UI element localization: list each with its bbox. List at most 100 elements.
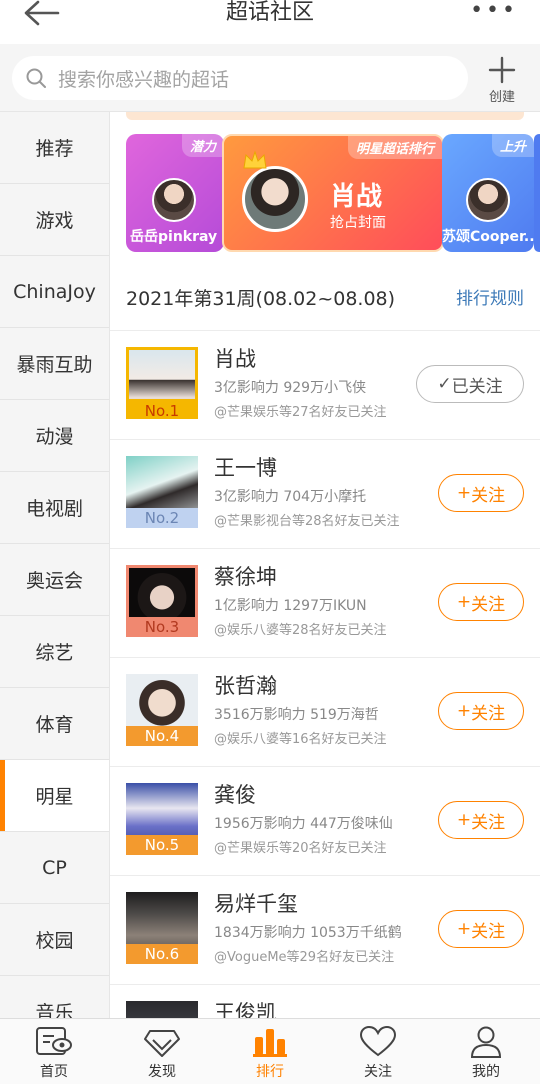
heart-icon: [359, 1025, 397, 1057]
sidebar-item-variety[interactable]: 综艺: [0, 616, 109, 688]
more-options-icon[interactable]: •••: [470, 0, 518, 22]
friends-followed: @娱乐八婆等28名好友已关注: [214, 623, 387, 638]
list-item[interactable]: No.3 蔡徐坤 1亿影响力 1297万IKUN @娱乐八婆等28名好友已关注 …: [110, 548, 540, 657]
list-item[interactable]: No.1 肖战 3亿影响力 929万小飞侠 @芒果娱乐等27名好友已关注 ✓ 已关…: [110, 330, 540, 439]
star-thumbnail: No.1: [126, 347, 198, 419]
star-name: 易烊千玺: [214, 892, 298, 916]
week-label: 2021年第31周(08.02~08.08): [126, 288, 396, 310]
star-name: 龚俊: [214, 783, 256, 807]
sidebar-item-music[interactable]: 音乐: [0, 976, 109, 1018]
friends-followed: @VogueMe等29名好友已关注: [214, 950, 395, 965]
star-stats: 1956万影响力 447万俊味仙: [214, 816, 393, 832]
sidebar-item-rainstorm-help[interactable]: 暴雨互助: [0, 328, 109, 400]
friends-followed: @娱乐八婆等16名好友已关注: [214, 732, 387, 747]
banner-card-next[interactable]: [534, 134, 540, 252]
star-name: 张哲瀚: [214, 674, 277, 698]
banner-name: 苏颂Cooper...: [442, 229, 534, 245]
star-thumbnail: No.3: [126, 565, 198, 637]
ranking-bars-icon: [253, 1029, 287, 1057]
banner-card-potential[interactable]: 潜力 岳岳pinkray: [126, 134, 224, 252]
check-icon: ✓: [437, 374, 452, 394]
ranking-rules-link[interactable]: 排行规则: [456, 284, 524, 309]
follow-button[interactable]: + 关注: [438, 692, 524, 730]
search-icon: [26, 68, 46, 88]
star-stats: 3亿影响力 929万小飞侠: [214, 380, 367, 396]
follow-button[interactable]: + 关注: [438, 801, 524, 839]
friends-followed: @芒果娱乐等20名好友已关注: [214, 841, 387, 856]
ranking-panel: 潜力 岳岳pinkray 明星超话排行 肖战 抢占封面 上升 苏颂Cooper.…: [110, 112, 540, 1018]
list-item[interactable]: No.4 张哲瀚 3516万影响力 519万海哲 @娱乐八婆等16名好友已关注 …: [110, 657, 540, 766]
search-placeholder: 搜索你感兴趣的超话: [58, 68, 230, 91]
category-sidebar: 推荐 游戏 ChinaJoy 暴雨互助 动漫 电视剧 奥运会 综艺 体育 明星 …: [0, 112, 110, 1018]
sidebar-item-cp[interactable]: CP: [0, 832, 109, 904]
banner-tag: 明星超话排行: [347, 136, 442, 159]
avatar: [152, 178, 196, 222]
tab-following[interactable]: 关注: [324, 1019, 432, 1084]
sidebar-item-sports[interactable]: 体育: [0, 688, 109, 760]
banner-subtitle: 抢占封面: [330, 215, 386, 231]
star-thumbnail: [126, 1001, 198, 1018]
tab-ranking[interactable]: 排行: [216, 1019, 324, 1084]
page-title: 超话社区: [225, 0, 314, 25]
avatar: [242, 166, 308, 232]
rank-badge: No.1: [126, 399, 198, 419]
banner-tag: 上升: [491, 134, 534, 157]
banner-strip: [126, 112, 524, 120]
plus-icon: [488, 56, 516, 84]
sidebar-item-recommend[interactable]: 推荐: [0, 112, 109, 184]
rank-badge: No.4: [126, 726, 198, 746]
sidebar-item-games[interactable]: 游戏: [0, 184, 109, 256]
sidebar-item-olympics[interactable]: 奥运会: [0, 544, 109, 616]
star-stats: 1亿影响力 1297万IKUN: [214, 598, 367, 614]
follow-button[interactable]: + 关注: [438, 583, 524, 621]
star-name: 肖战: [214, 347, 256, 371]
sidebar-item-anime[interactable]: 动漫: [0, 400, 109, 472]
tab-home[interactable]: 首页: [0, 1019, 108, 1084]
star-stats: 3亿影响力 704万小摩托: [214, 489, 367, 505]
rank-badge: No.2: [126, 508, 198, 528]
plus-icon: +: [456, 483, 472, 503]
follow-button[interactable]: + 关注: [438, 474, 524, 512]
star-thumbnail: No.2: [126, 456, 198, 528]
star-name: 蔡徐坤: [214, 565, 277, 589]
followed-button[interactable]: ✓ 已关注: [416, 365, 524, 403]
diamond-icon: [144, 1030, 180, 1057]
tab-me[interactable]: 我的: [432, 1019, 540, 1084]
banner-card-rising[interactable]: 上升 苏颂Cooper...: [442, 134, 534, 252]
plus-icon: +: [456, 701, 472, 721]
search-input[interactable]: 搜索你感兴趣的超话: [12, 56, 468, 100]
list-item[interactable]: No.2 王一博 3亿影响力 704万小摩托 @芒果影视台等28名好友已关注 +…: [110, 439, 540, 548]
sidebar-item-chinajoy[interactable]: ChinaJoy: [0, 256, 109, 328]
ranking-list: No.1 肖战 3亿影响力 929万小飞侠 @芒果娱乐等27名好友已关注 ✓ 已关…: [110, 330, 540, 1018]
list-item[interactable]: 王俊凯: [110, 984, 540, 1018]
star-thumbnail: No.5: [126, 783, 198, 855]
banner-card-star-ranking[interactable]: 明星超话排行 肖战 抢占封面: [222, 134, 444, 252]
top-bar: 超话社区 •••: [0, 0, 540, 44]
home-icon: [36, 1027, 72, 1055]
rank-badge: No.3: [126, 617, 198, 637]
tab-discover[interactable]: 发现: [108, 1019, 216, 1084]
bottom-tab-bar: 首页 发现 排行 关注 我的: [0, 1018, 540, 1084]
create-button[interactable]: 创建: [482, 56, 522, 105]
avatar: [466, 178, 510, 222]
search-bar: 搜索你感兴趣的超话 创建: [0, 44, 540, 112]
star-stats: 3516万影响力 519万海哲: [214, 707, 379, 723]
crown-icon: [243, 150, 267, 169]
sidebar-item-tv-drama[interactable]: 电视剧: [0, 472, 109, 544]
list-item[interactable]: No.6 易烊千玺 1834万影响力 1053万千纸鹤 @VogueMe等29名…: [110, 875, 540, 984]
rank-badge: No.5: [126, 835, 198, 855]
star-stats: 1834万影响力 1053万千纸鹤: [214, 925, 402, 941]
sidebar-item-campus[interactable]: 校园: [0, 904, 109, 976]
friends-followed: @芒果娱乐等27名好友已关注: [214, 405, 387, 420]
person-icon: [470, 1026, 502, 1058]
star-thumbnail: No.6: [126, 892, 198, 964]
star-name: 王一博: [214, 456, 277, 480]
star-thumbnail: No.4: [126, 674, 198, 746]
banner-tag: 潜力: [181, 134, 224, 157]
sidebar-item-stars[interactable]: 明星: [0, 760, 109, 832]
create-label: 创建: [488, 90, 515, 105]
rank-badge: No.6: [126, 944, 198, 964]
list-item[interactable]: No.5 龚俊 1956万影响力 447万俊味仙 @芒果娱乐等20名好友已关注 …: [110, 766, 540, 875]
plus-icon: +: [456, 592, 472, 612]
follow-button[interactable]: + 关注: [438, 910, 524, 948]
